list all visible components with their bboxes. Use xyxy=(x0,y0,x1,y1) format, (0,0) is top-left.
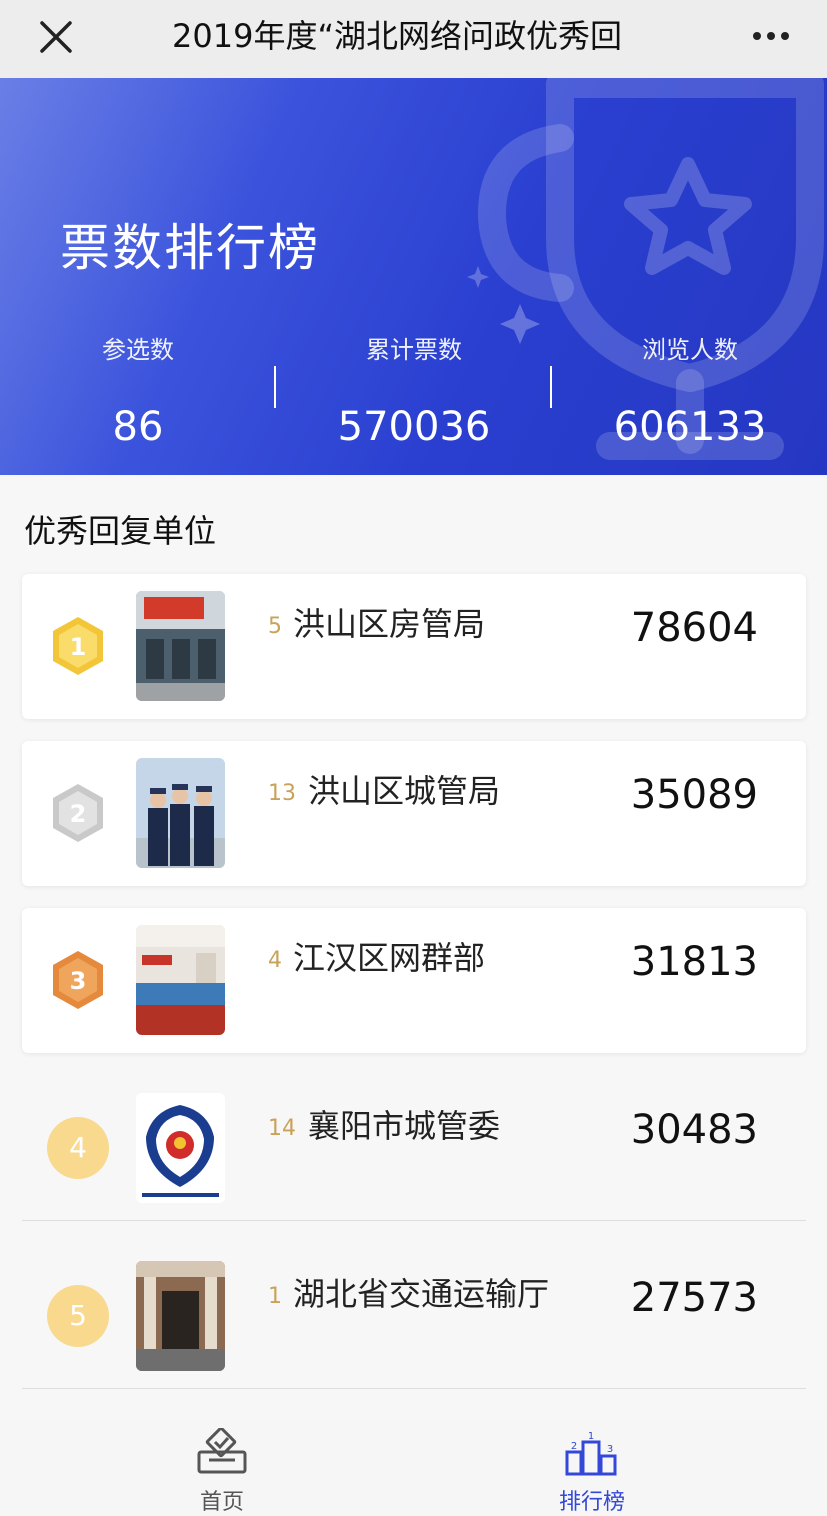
ranking-row[interactable]: 3 4 江汉区网群部 31813 xyxy=(22,908,806,1053)
stat-label: 累计票数 xyxy=(366,336,462,364)
svg-text:1: 1 xyxy=(588,1431,594,1442)
candidate-number: 5 xyxy=(268,614,282,639)
stat-value: 606133 xyxy=(613,404,767,450)
silver-medal-icon: 2 xyxy=(53,784,103,842)
ranking-row[interactable]: 4 14 襄阳市城管委 30483 xyxy=(22,1076,806,1221)
vote-count: 31813 xyxy=(630,939,758,985)
unit-name: 江汉区网群部 xyxy=(293,939,486,977)
unit-photo xyxy=(136,758,225,868)
svg-text:2: 2 xyxy=(571,1441,577,1452)
candidate-number: 4 xyxy=(268,948,282,973)
nav-ranking[interactable]: 1 2 3 排行榜 xyxy=(517,1418,667,1516)
svg-text:3: 3 xyxy=(607,1444,613,1455)
ranking-row[interactable]: 5 1 湖北省交通运输厅 27573 xyxy=(22,1244,806,1389)
stat-value: 86 xyxy=(112,404,164,450)
vote-count: 78604 xyxy=(630,605,758,651)
svg-text:2: 2 xyxy=(70,800,87,828)
unit-name: 洪山区城管局 xyxy=(308,772,501,810)
section-title: 优秀回复单位 xyxy=(24,512,217,550)
stat-label: 浏览人数 xyxy=(642,336,738,364)
stat-views: 浏览人数 606133 xyxy=(552,333,827,451)
stat-total-votes: 累计票数 570036 xyxy=(276,333,552,451)
unit-logo xyxy=(136,1093,225,1203)
hero-banner: 票数排行榜 参选数 86 累计票数 570036 浏览人数 606133 xyxy=(0,78,827,475)
candidate-number: 14 xyxy=(268,1116,296,1141)
stat-label: 参选数 xyxy=(102,336,174,364)
unit-photo xyxy=(136,591,225,701)
page-title: 2019年度“湖北网络问政优秀回 xyxy=(172,17,623,55)
bronze-medal-icon: 3 xyxy=(53,951,103,1009)
unit-name: 湖北省交通运输厅 xyxy=(293,1275,550,1313)
top-bar: 2019年度“湖北网络问政优秀回 xyxy=(0,0,827,78)
ranking-title: 票数排行榜 xyxy=(60,219,320,277)
unit-photo xyxy=(136,925,225,1035)
more-icon xyxy=(753,32,789,40)
podium-icon: 1 2 3 xyxy=(565,1431,617,1476)
candidate-number: 13 xyxy=(268,781,296,806)
nav-home[interactable]: 首页 xyxy=(147,1418,297,1516)
unit-photo xyxy=(136,1261,225,1371)
unit-name: 襄阳市城管委 xyxy=(308,1107,501,1145)
bottom-nav: 首页 1 2 3 排行榜 xyxy=(0,1418,827,1516)
stat-value: 570036 xyxy=(337,404,491,450)
svg-text:3: 3 xyxy=(70,967,87,995)
close-icon xyxy=(40,21,72,53)
gold-medal-icon: 1 xyxy=(53,617,103,675)
stat-candidates: 参选数 86 xyxy=(0,333,276,451)
vote-count: 27573 xyxy=(630,1275,758,1321)
ranking-row[interactable]: 2 13 洪山区城管局 35089 xyxy=(22,741,806,886)
ranking-row[interactable]: 1 5 洪山区房管局 78604 xyxy=(22,574,806,719)
unit-name: 洪山区房管局 xyxy=(293,605,486,643)
close-button[interactable] xyxy=(36,17,78,59)
rank-badge: 4 xyxy=(47,1117,109,1179)
vote-count: 35089 xyxy=(630,772,758,818)
vote-count: 30483 xyxy=(630,1107,758,1153)
more-button[interactable] xyxy=(752,26,792,46)
nav-label: 首页 xyxy=(199,1490,244,1515)
rank-badge: 5 xyxy=(47,1285,109,1347)
candidate-number: 1 xyxy=(268,1284,282,1309)
nav-label: 排行榜 xyxy=(558,1490,625,1515)
ballot-box-icon xyxy=(197,1428,247,1474)
svg-text:1: 1 xyxy=(70,633,87,661)
